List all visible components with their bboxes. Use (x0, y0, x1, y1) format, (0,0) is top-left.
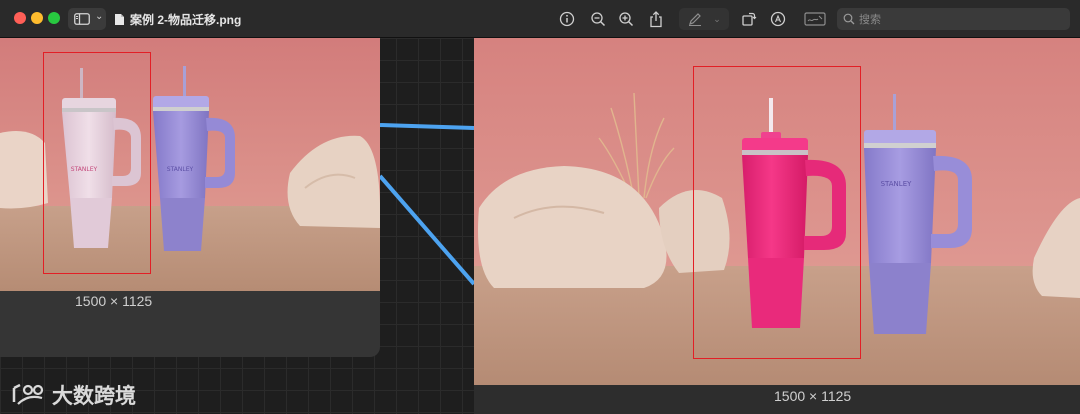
connector-line-bottom (378, 174, 476, 286)
watermark: 大数跨境 (10, 380, 136, 410)
brand-logo-purple: STANLEY (167, 166, 194, 173)
brand-logo-icon (12, 383, 44, 405)
brand-logo-purple-right: STANLEY (881, 180, 913, 188)
result-image[interactable]: STANLEY (474, 38, 1080, 385)
watermark-text: 大数跨境 (52, 385, 136, 408)
source-image-card: STANLEY STANLEY 1500 × 1125 (0, 38, 380, 357)
source-image[interactable]: STANLEY STANLEY (0, 38, 380, 291)
selection-box-source[interactable] (43, 52, 151, 274)
selection-box-result[interactable] (693, 66, 861, 359)
source-image-dimensions: 1500 × 1125 (75, 293, 153, 309)
connector-line-top (379, 123, 475, 130)
result-image-card: STANLEY 1500 × 1125 (474, 38, 1080, 414)
result-image-dimensions: 1500 × 1125 (774, 388, 852, 404)
